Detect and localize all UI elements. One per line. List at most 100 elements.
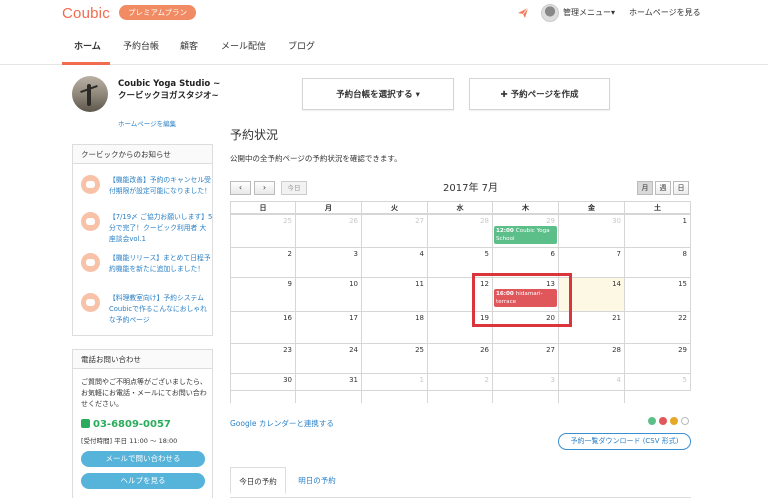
day-view-button[interactable]: 日 bbox=[673, 181, 689, 195]
calendar-day-cell[interactable]: 31 bbox=[295, 373, 361, 403]
calendar-day-cell[interactable]: 22 bbox=[624, 311, 690, 343]
avatar[interactable] bbox=[541, 4, 559, 22]
calendar-day-cell[interactable]: 18 bbox=[361, 311, 427, 343]
calendar-day-cell[interactable]: 2 bbox=[230, 247, 295, 277]
weekday-header: 日 bbox=[230, 201, 295, 214]
calendar-day-cell[interactable]: 23 bbox=[230, 343, 295, 373]
calendar-day-cell[interactable]: 26 bbox=[295, 214, 361, 247]
calendar-day-cell[interactable]: 28 bbox=[427, 214, 492, 247]
calendar-day-cell[interactable]: 3 bbox=[492, 373, 558, 403]
paper-plane-icon[interactable] bbox=[517, 7, 529, 19]
select-ledger-dropdown[interactable]: 予約台帳を選択する ▾ bbox=[302, 78, 454, 110]
phone-contact-title: 電話お問い合わせ bbox=[73, 350, 212, 369]
day-number: 30 bbox=[283, 376, 292, 384]
google-calendar-link[interactable]: Google カレンダーと連携する bbox=[230, 418, 334, 429]
day-number: 16 bbox=[283, 314, 292, 322]
calendar-day-cell[interactable]: 30 bbox=[558, 214, 624, 247]
phone-icon bbox=[81, 419, 90, 428]
studio-profile-image[interactable] bbox=[72, 76, 108, 112]
day-number: 18 bbox=[415, 314, 424, 322]
day-number: 31 bbox=[349, 376, 358, 384]
legend-color-dot[interactable] bbox=[670, 417, 678, 425]
week-view-button[interactable]: 週 bbox=[655, 181, 671, 195]
calendar-day-cell[interactable]: 16 bbox=[230, 311, 295, 343]
notice-link[interactable]: 【7/19〆 ご協力お願いします】5分で完了！クービック利用者 大座談会vol.… bbox=[109, 212, 213, 245]
nav-item-blog[interactable]: ブログ bbox=[288, 39, 315, 52]
calendar-day-cell[interactable]: 2 bbox=[427, 373, 492, 403]
tab-today[interactable]: 今日の予約 bbox=[230, 467, 286, 494]
day-number: 15 bbox=[678, 280, 687, 288]
calendar-day-cell[interactable]: 17 bbox=[295, 311, 361, 343]
calendar-day-cell[interactable]: 1 bbox=[361, 373, 427, 403]
business-hours: [受付時間] 平日 11:00 〜 18:00 bbox=[81, 437, 178, 445]
legend-color-dot[interactable] bbox=[681, 417, 689, 425]
nav-item-customers[interactable]: 顧客 bbox=[180, 39, 198, 52]
csv-download-button[interactable]: 予約一覧ダウンロード (CSV 形式) bbox=[558, 433, 691, 450]
weekday-header: 金 bbox=[558, 201, 624, 214]
calendar-day-cell[interactable]: 5 bbox=[624, 373, 690, 403]
calendar-day-cell[interactable]: 27 bbox=[492, 343, 558, 373]
notice-link[interactable]: 【料理教室向け】予約システムCoubicで作るこんなにおしゃれな予約ページ bbox=[109, 293, 213, 326]
legend-color-dot[interactable] bbox=[648, 417, 656, 425]
day-number: 8 bbox=[682, 250, 687, 258]
nav-item-email[interactable]: メール配信 bbox=[221, 39, 266, 52]
prev-month-button[interactable]: ‹ bbox=[230, 181, 251, 195]
calendar-day-cell[interactable]: 30 bbox=[230, 373, 295, 403]
notice-link[interactable]: 【機能リリース】まとめて日程予約機能を新たに追加しました！ bbox=[109, 253, 213, 275]
month-view-button[interactable]: 月 bbox=[637, 181, 653, 195]
calendar-day-cell[interactable]: 25 bbox=[361, 343, 427, 373]
calendar-day-cell[interactable]: 4 bbox=[361, 247, 427, 277]
booking-tabs: 今日の予約 明日の予約 bbox=[230, 467, 691, 498]
phone-number: 03-6809-0057 bbox=[81, 419, 171, 430]
create-booking-page-button[interactable]: ✚ 予約ページを作成 bbox=[469, 78, 610, 110]
calendar-day-cell[interactable]: 25 bbox=[230, 214, 295, 247]
next-month-button[interactable]: › bbox=[254, 181, 275, 195]
calendar-day-cell[interactable]: 9 bbox=[230, 277, 295, 311]
view-homepage-link[interactable]: ホームページを見る bbox=[629, 7, 701, 18]
calendar-day-cell[interactable]: 24 bbox=[295, 343, 361, 373]
tab-tomorrow[interactable]: 明日の予約 bbox=[292, 467, 342, 494]
coubic-mascot-icon bbox=[81, 293, 100, 312]
nav-item-home[interactable]: ホーム bbox=[74, 39, 101, 52]
main-nav: ホーム 予約台帳 顧客 メール配信 ブログ bbox=[0, 28, 768, 65]
day-number: 3 bbox=[353, 250, 358, 258]
day-number: 14 bbox=[612, 280, 621, 288]
calendar-day-cell[interactable]: 27 bbox=[361, 214, 427, 247]
calendar-day-cell[interactable]: 3 bbox=[295, 247, 361, 277]
day-number: 7 bbox=[616, 250, 621, 258]
phone-contact-panel: 電話お問い合わせ ご質問やご不明点等がございましたら、お気軽にお電話・メールにて… bbox=[72, 349, 213, 498]
day-number: 28 bbox=[480, 217, 489, 225]
contact-description: ご質問やご不明点等がございましたら、お気軽にお電話・メールにてお問い合わせくださ… bbox=[81, 378, 207, 408]
day-number: 4 bbox=[419, 250, 424, 258]
day-number: 22 bbox=[678, 314, 687, 322]
calendar-day-cell[interactable]: 28 bbox=[558, 343, 624, 373]
calendar-day-cell[interactable]: 8 bbox=[624, 247, 690, 277]
day-number: 5 bbox=[484, 250, 489, 258]
calendar-day-cell[interactable]: 11 bbox=[361, 277, 427, 311]
legend-color-dot[interactable] bbox=[659, 417, 667, 425]
day-number: 27 bbox=[415, 217, 424, 225]
calendar-day-cell[interactable]: 15 bbox=[624, 277, 690, 311]
notice-link[interactable]: 【機能改善】予約のキャンセル受付期限が設定可能になりました！ bbox=[109, 175, 213, 197]
calendar-event[interactable]: 12:00 Coubic Yoga School bbox=[494, 226, 557, 244]
coubic-mascot-icon bbox=[81, 212, 100, 231]
help-button[interactable]: ヘルプを見る bbox=[81, 473, 205, 489]
calendar-day-cell[interactable]: 4 bbox=[558, 373, 624, 403]
top-bar: Coubic プレミアムプラン 管理メニュー▾ ホームページを見る bbox=[0, 0, 768, 28]
today-button[interactable]: 今日 bbox=[281, 181, 307, 195]
calendar-day-cell[interactable]: 1 bbox=[624, 214, 690, 247]
premium-plan-badge[interactable]: プレミアムプラン bbox=[119, 5, 196, 20]
day-number: 29 bbox=[678, 346, 687, 354]
edit-homepage-link[interactable]: ホームページを編集 bbox=[118, 118, 176, 128]
calendar-day-cell[interactable]: 10 bbox=[295, 277, 361, 311]
admin-menu-dropdown[interactable]: 管理メニュー▾ bbox=[563, 7, 615, 18]
email-contact-button[interactable]: メールで問い合わせる bbox=[81, 451, 205, 467]
nav-item-booking-ledger[interactable]: 予約台帳 bbox=[123, 39, 159, 52]
event-time: 12:00 bbox=[496, 228, 516, 234]
day-number: 4 bbox=[616, 376, 621, 384]
day-number: 5 bbox=[682, 376, 687, 384]
coubic-logo[interactable]: Coubic bbox=[62, 5, 110, 22]
calendar-day-cell[interactable]: 26 bbox=[427, 343, 492, 373]
notice-panel: クービックからのお知らせ 【機能改善】予約のキャンセル受付期限が設定可能になりま… bbox=[72, 144, 213, 336]
calendar-day-cell[interactable]: 29 bbox=[624, 343, 690, 373]
